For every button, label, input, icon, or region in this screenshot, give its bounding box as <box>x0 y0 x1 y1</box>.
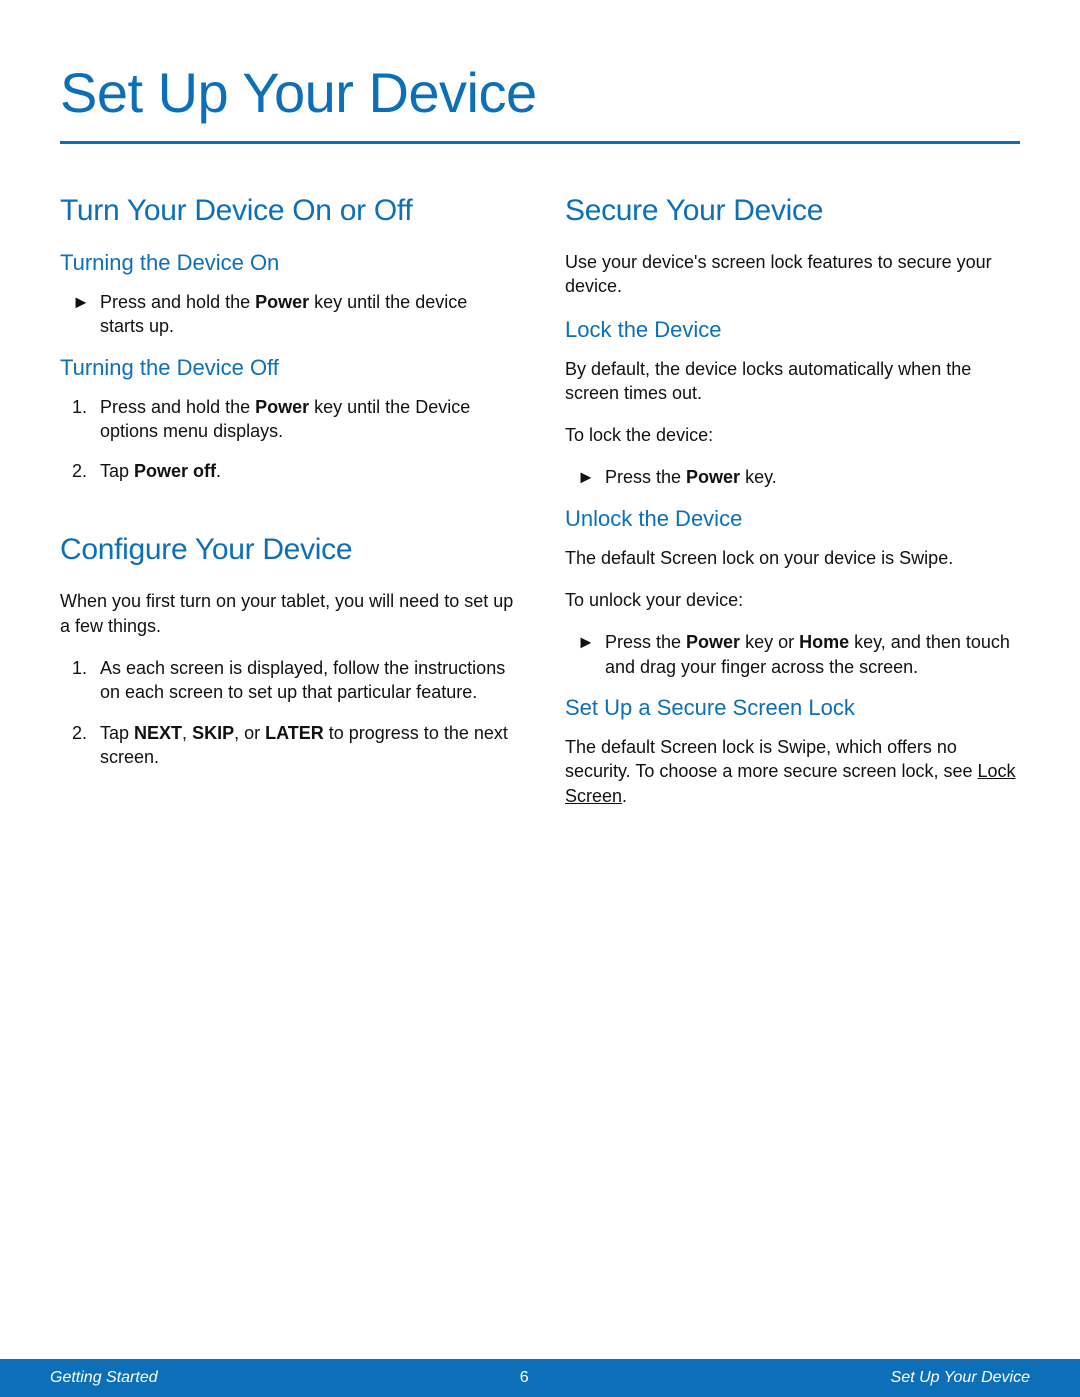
list-item: 1. Press and hold the Power key until th… <box>60 395 515 444</box>
right-column: Secure Your Device Use your device's scr… <box>565 194 1020 826</box>
heading-secure: Secure Your Device <box>565 194 1020 228</box>
list-item-text: Press the Power key or Home key, and the… <box>605 630 1020 679</box>
list-item-text: Press and hold the Power key until the D… <box>100 395 515 444</box>
list-number: 1. <box>72 395 100 444</box>
list-item-text: Tap Power off. <box>100 459 515 483</box>
heading-turning-on: Turning the Device On <box>60 250 515 276</box>
list-item: ► Press and hold the Power key until the… <box>60 290 515 339</box>
list-item: ► Press the Power key or Home key, and t… <box>565 630 1020 679</box>
paragraph: To lock the device: <box>565 423 1020 447</box>
list-item-text: Press the Power key. <box>605 465 1020 489</box>
list-number: 1. <box>72 656 100 705</box>
bullet-arrow-icon: ► <box>577 465 605 489</box>
bullet-arrow-icon: ► <box>72 290 100 339</box>
paragraph: To unlock your device: <box>565 588 1020 612</box>
heading-unlock-device: Unlock the Device <box>565 506 1020 532</box>
paragraph: The default Screen lock on your device i… <box>565 546 1020 570</box>
heading-secure-lock: Set Up a Secure Screen Lock <box>565 695 1020 721</box>
footer-page-number: 6 <box>520 1369 529 1387</box>
list-number: 2. <box>72 459 100 483</box>
paragraph: Use your device's screen lock features t… <box>565 250 1020 299</box>
left-column: Turn Your Device On or Off Turning the D… <box>60 194 515 826</box>
heading-configure: Configure Your Device <box>60 533 515 567</box>
bullet-arrow-icon: ► <box>577 630 605 679</box>
title-underline <box>60 141 1020 144</box>
page-footer: Getting Started 6 Set Up Your Device <box>0 1359 1080 1397</box>
heading-turning-off: Turning the Device Off <box>60 355 515 381</box>
paragraph: When you first turn on your tablet, you … <box>60 589 515 638</box>
heading-turn-on-off: Turn Your Device On or Off <box>60 194 515 228</box>
paragraph: The default Screen lock is Swipe, which … <box>565 735 1020 808</box>
heading-lock-device: Lock the Device <box>565 317 1020 343</box>
content-columns: Turn Your Device On or Off Turning the D… <box>60 194 1020 826</box>
footer-right: Set Up Your Device <box>891 1369 1030 1387</box>
page-title: Set Up Your Device <box>60 60 1020 125</box>
footer-left: Getting Started <box>50 1369 158 1387</box>
list-item-text: As each screen is displayed, follow the … <box>100 656 515 705</box>
list-item: 1. As each screen is displayed, follow t… <box>60 656 515 705</box>
list-item-text: Tap NEXT, SKIP, or LATER to progress to … <box>100 721 515 770</box>
list-item-text: Press and hold the Power key until the d… <box>100 290 515 339</box>
paragraph: By default, the device locks automatical… <box>565 357 1020 406</box>
list-number: 2. <box>72 721 100 770</box>
list-item: 2. Tap NEXT, SKIP, or LATER to progress … <box>60 721 515 770</box>
list-item: 2. Tap Power off. <box>60 459 515 483</box>
list-item: ► Press the Power key. <box>565 465 1020 489</box>
